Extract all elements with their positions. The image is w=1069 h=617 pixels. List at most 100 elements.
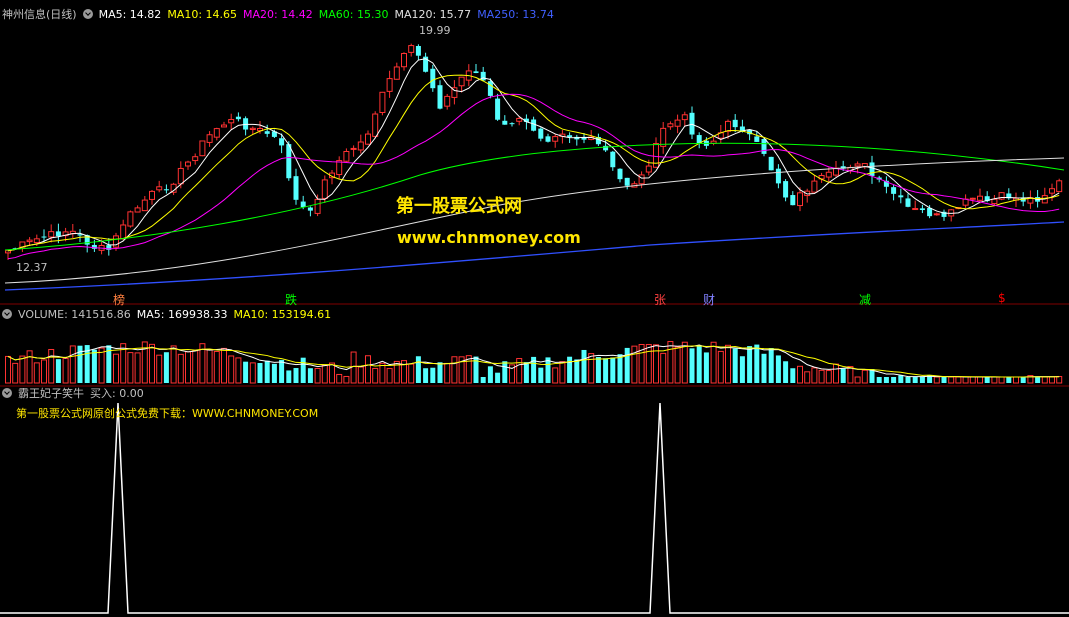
candle-body: [365, 133, 371, 145]
price-chart[interactable]: [0, 0, 1069, 307]
volume-bar: [790, 368, 796, 383]
candle-body: [754, 136, 760, 142]
volume-bar: [357, 366, 364, 384]
volume-bar: [991, 376, 998, 384]
volume-bar: [221, 347, 227, 384]
event-marker[interactable]: 财: [703, 291, 715, 308]
chevron-down-icon[interactable]: [2, 309, 12, 319]
event-marker[interactable]: 榜: [113, 291, 125, 308]
indicator-chart[interactable]: [0, 387, 1069, 617]
volume-bar: [761, 353, 767, 383]
volume-bar: [891, 377, 897, 383]
volume-bar: [26, 350, 33, 384]
volume-bar: [1049, 376, 1055, 384]
candle-body: [5, 250, 11, 254]
volume-bar: [955, 376, 962, 384]
volume-bar: [156, 354, 163, 384]
volume-ma5-label: MA5: 169938.33: [136, 308, 228, 321]
volume-bar: [321, 364, 328, 384]
volume-bar: [386, 368, 393, 384]
candle-body: [645, 165, 652, 173]
candle-body: [235, 116, 241, 120]
candle-body: [905, 198, 911, 207]
volume-bar: [480, 377, 486, 383]
candle-body: [350, 147, 357, 150]
candle-body: [487, 81, 493, 96]
volume-bar: [998, 376, 1005, 384]
volume-bar: [523, 362, 529, 383]
volume-bar: [149, 343, 155, 384]
volume-bar: [55, 359, 61, 383]
candle-body: [300, 201, 306, 208]
volume-bar: [559, 361, 566, 384]
volume-bar: [314, 368, 321, 384]
candle-body: [674, 119, 681, 127]
volume-pane[interactable]: VOLUME: 141516.86 MA5: 169938.33 MA10: 153…: [0, 307, 1069, 387]
candle-body: [386, 78, 393, 92]
ma60-label: MA60: 15.30: [318, 8, 389, 21]
candle-body: [343, 150, 350, 162]
event-marker[interactable]: 张: [654, 291, 666, 308]
volume-bar: [249, 362, 256, 384]
volume-bar: [603, 358, 609, 383]
candle-body: [357, 141, 364, 151]
volume-bar: [861, 369, 868, 384]
low-price-label: 12.37: [16, 261, 48, 274]
volume-bar: [495, 372, 501, 383]
candle-body: [55, 231, 61, 237]
volume-bar: [681, 341, 688, 384]
chevron-down-icon[interactable]: [82, 9, 93, 19]
candle-body: [264, 131, 270, 134]
stock-name: 神州信息(日线): [2, 8, 77, 21]
volume-bar: [876, 377, 882, 383]
buy-signal-line: [0, 402, 1069, 614]
volume-bar: [624, 347, 630, 383]
candle-body: [473, 71, 479, 74]
event-marker[interactable]: 减: [859, 291, 871, 308]
volume-bar: [1020, 377, 1026, 383]
event-marker[interactable]: $: [998, 291, 1006, 305]
candle-body: [314, 198, 321, 214]
indicator-pane[interactable]: 霸王妃子笑牛 买入: 0.00 第一股票公式网原创公式免费下载：WWW.CHNMO…: [0, 387, 1069, 617]
indicator-note: 第一股票公式网原创公式免费下载：WWW.CHNMONEY.COM: [16, 407, 319, 420]
volume-bar: [235, 357, 242, 384]
volume-bar: [595, 357, 601, 383]
ma10-label: MA10: 14.65: [167, 8, 238, 21]
candle-body: [279, 138, 285, 146]
volume-bar: [933, 376, 940, 384]
candle-body: [307, 207, 313, 211]
candle-body: [854, 163, 861, 167]
volume-bar: [307, 368, 313, 383]
volume-bar: [408, 363, 415, 384]
price-pane[interactable]: 神州信息(日线) MA5: 14.82 MA10: 14.65 MA20: 14.42…: [0, 0, 1069, 307]
volume-bar: [192, 350, 199, 384]
candle-body: [567, 135, 573, 138]
volume-bar: [91, 349, 97, 383]
volume-bar: [768, 348, 774, 383]
volume-bar: [747, 346, 753, 383]
candle-body: [415, 45, 421, 56]
volume-bar: [170, 345, 177, 384]
candle-body: [293, 176, 299, 200]
indicator-title: 霸王妃子笑牛: [18, 387, 84, 400]
event-marker[interactable]: 跌: [285, 291, 297, 308]
volume-bar: [163, 352, 169, 383]
volume-bar: [847, 366, 854, 384]
candle-body: [790, 195, 796, 206]
candle-body: [869, 162, 875, 176]
candle-body: [185, 161, 191, 167]
chevron-down-icon[interactable]: [2, 388, 12, 398]
volume-bar: [293, 368, 299, 383]
candle-body: [581, 137, 587, 140]
candle-body: [502, 120, 508, 125]
volume-bar: [213, 350, 220, 384]
candle-body: [783, 181, 789, 198]
volume-bar: [912, 377, 918, 383]
ma5-line: [7, 58, 1060, 252]
volume-bar: [487, 366, 493, 383]
candle-body: [898, 195, 904, 198]
candle-body: [379, 91, 386, 113]
volume-bar: [271, 363, 277, 383]
volume-bar: [854, 376, 861, 384]
candle-body: [797, 192, 803, 207]
